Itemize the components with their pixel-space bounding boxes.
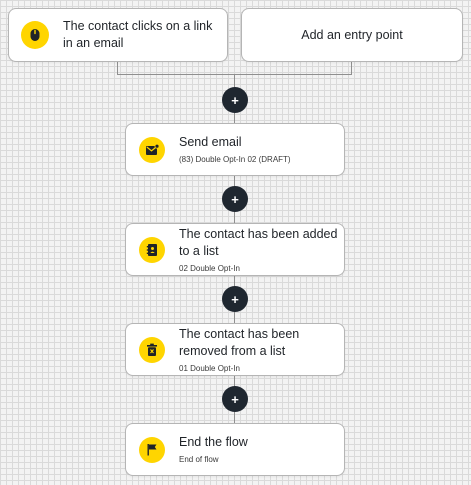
add-step-button[interactable]: + (222, 286, 248, 312)
flag-icon (139, 436, 165, 463)
add-step-button[interactable]: + (222, 87, 248, 113)
step-title: Send email (179, 135, 242, 149)
step-card-send-email[interactable]: Send email (83) Double Opt-In 02 (DRAFT) (125, 123, 345, 176)
plus-icon: + (231, 291, 239, 307)
step-subtitle: 01 Double Opt-In (179, 363, 240, 373)
plus-icon: + (231, 391, 239, 407)
add-step-button[interactable]: + (222, 386, 248, 412)
step-subtitle: End of flow (179, 455, 219, 464)
step-title: End the flow (179, 435, 248, 449)
step-title: The contact has been removed from a list (179, 326, 300, 358)
step-subtitle: 02 Double Opt-In (179, 263, 240, 273)
plus-icon: + (231, 92, 239, 108)
plus-icon: + (231, 191, 239, 207)
mouse-icon (21, 21, 49, 49)
step-card-removed-from-list[interactable]: The contact has been removed from a list… (125, 323, 345, 376)
trash-icon (139, 336, 165, 363)
step-card-end-flow[interactable]: End the flow End of flow (125, 423, 345, 476)
entry-point-card-link-click[interactable]: The contact clicks on a link in an email (8, 8, 228, 62)
contact-list-icon (139, 236, 165, 263)
step-title: The contact has been added to a list (179, 226, 338, 258)
email-icon (139, 136, 165, 163)
add-entry-point-label: Add an entry point (301, 28, 403, 42)
add-entry-point-button[interactable]: Add an entry point (241, 8, 463, 62)
entry-point-label: The contact clicks on a link in an email (63, 19, 213, 50)
add-step-button[interactable]: + (222, 186, 248, 212)
workflow-canvas: The contact clicks on a link in an email… (0, 0, 471, 485)
step-subtitle: (83) Double Opt-In 02 (DRAFT) (179, 155, 291, 164)
step-card-added-to-list[interactable]: The contact has been added to a list 02 … (125, 223, 345, 276)
